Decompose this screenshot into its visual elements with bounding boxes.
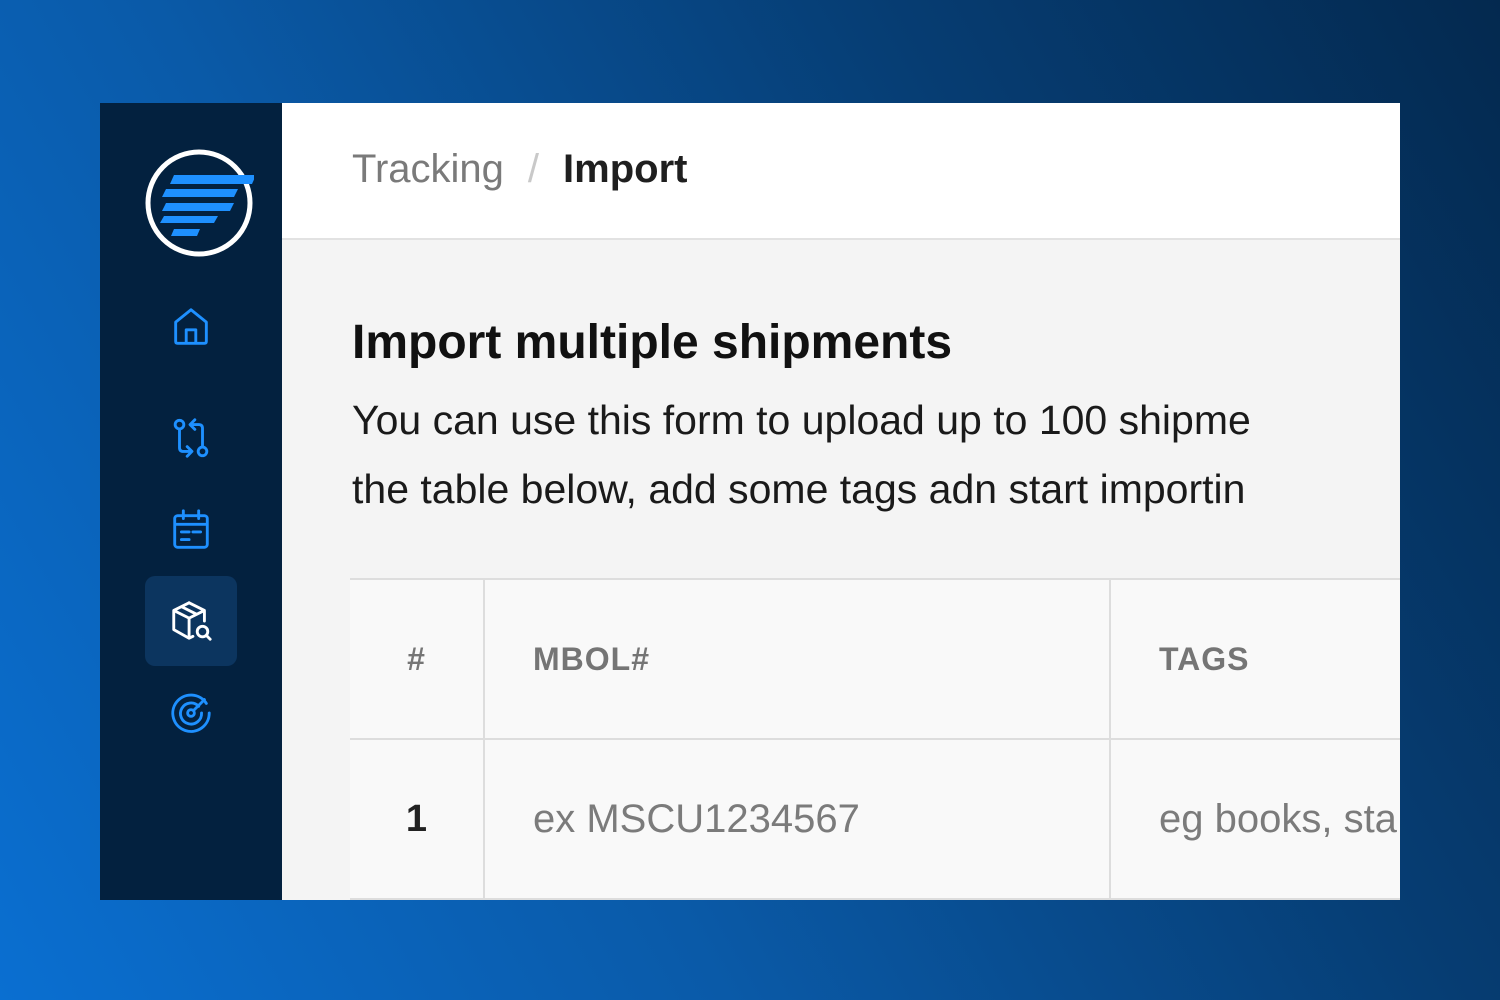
table-header-row: # MBOL# TAGS: [350, 580, 1400, 740]
top-bar: Tracking / Import: [282, 103, 1400, 240]
sidebar-item-calendar[interactable]: [145, 485, 237, 575]
page-title: Import multiple shipments: [352, 316, 953, 369]
git-compare-icon: [173, 418, 209, 458]
sidebar-item-compare[interactable]: [145, 393, 237, 483]
page-description: You can use this form to upload up to 10…: [352, 386, 1400, 524]
sidebar-item-home[interactable]: [145, 281, 237, 371]
breadcrumb-tracking-link[interactable]: Tracking: [352, 147, 504, 192]
mbol-input[interactable]: ex MSCU1234567: [533, 797, 1109, 842]
sidebar-item-shipments[interactable]: [145, 576, 237, 666]
sidebar-item-radar[interactable]: [145, 668, 237, 758]
home-icon: [174, 308, 208, 345]
breadcrumb-current: Import: [563, 147, 688, 191]
row-index: 1: [350, 740, 485, 898]
package-search-icon: [172, 601, 212, 641]
import-table: # MBOL# TAGS 1 ex MSCU1234567 eg books, …: [350, 578, 1400, 900]
radar-icon: [171, 693, 211, 733]
breadcrumb-separator: /: [527, 147, 540, 191]
tags-input[interactable]: eg books, sta: [1159, 797, 1400, 842]
tags-cell: eg books, sta: [1111, 740, 1400, 898]
breadcrumb: Tracking / Import: [352, 147, 687, 192]
description-line-1: You can use this form to upload up to 10…: [352, 397, 1251, 443]
sidebar: [100, 103, 282, 900]
description-line-2: the table below, add some tags adn start…: [352, 466, 1246, 512]
column-header-tags: TAGS: [1159, 640, 1250, 677]
mbol-cell: ex MSCU1234567: [485, 740, 1111, 898]
app-window: Tracking / Import Import multiple shipme…: [100, 103, 1400, 900]
calendar-icon: [173, 509, 209, 549]
table-row: 1 ex MSCU1234567 eg books, sta: [350, 740, 1400, 900]
main-content: Tracking / Import Import multiple shipme…: [282, 103, 1400, 900]
app-logo-icon[interactable]: [144, 148, 256, 258]
column-header-number: #: [350, 580, 485, 738]
column-header-mbol: MBOL#: [485, 580, 1111, 738]
